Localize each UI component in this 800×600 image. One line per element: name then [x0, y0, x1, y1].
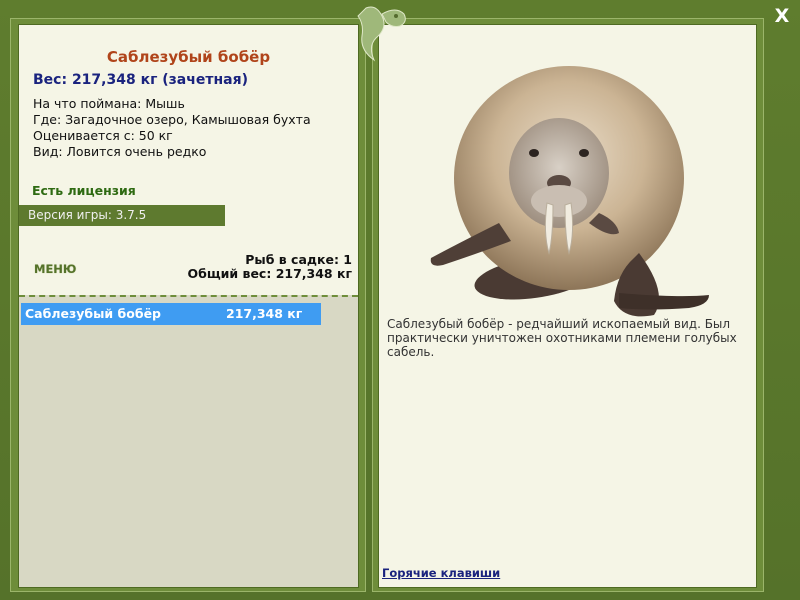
- keepnet-count: Рыб в садке: 1: [245, 252, 352, 267]
- bait-info: На что поймана: Мышь: [33, 96, 185, 111]
- keepnet-item-name: Саблезубый бобёр: [25, 306, 161, 321]
- value-info: Оценивается с: 50 кг: [33, 128, 173, 143]
- leaf-logo-icon: [357, 6, 406, 62]
- keepnet-list-item[interactable]: Саблезубый бобёр 217,348 кг: [21, 303, 321, 325]
- beaver-image: [430, 66, 709, 317]
- game-version-bar: Версия игры: 3.7.5: [19, 205, 225, 226]
- fish-description: Саблезубый бобёр - редчайший ископаемый …: [387, 317, 737, 359]
- keepnet-item-weight: 217,348 кг: [226, 306, 303, 321]
- fish-weight: Вес: 217,348 кг (зачетная): [33, 72, 248, 88]
- divider: [19, 295, 358, 297]
- close-button[interactable]: X: [772, 6, 792, 26]
- rarity-info: Вид: Ловится очень редко: [33, 144, 207, 159]
- menu-button[interactable]: МЕНЮ: [34, 262, 76, 276]
- keepnet-total-weight: Общий вес: 217,348 кг: [187, 266, 353, 281]
- hotkeys-link[interactable]: Горячие клавиши: [382, 566, 500, 580]
- fish-title: Саблезубый бобёр: [106, 48, 271, 66]
- license-status: Есть лицензия: [32, 183, 136, 198]
- left-panel: Саблезубый бобёр Вес: 217,348 кг (зачетн…: [18, 24, 359, 588]
- close-icon: X: [774, 5, 790, 27]
- right-panel: Саблезубый бобёр - редчайший ископаемый …: [378, 24, 757, 588]
- location-info: Где: Загадочное озеро, Камышовая бухта: [33, 112, 311, 127]
- catch-info-area: Саблезубый бобёр Вес: 217,348 кг (зачетн…: [19, 25, 358, 295]
